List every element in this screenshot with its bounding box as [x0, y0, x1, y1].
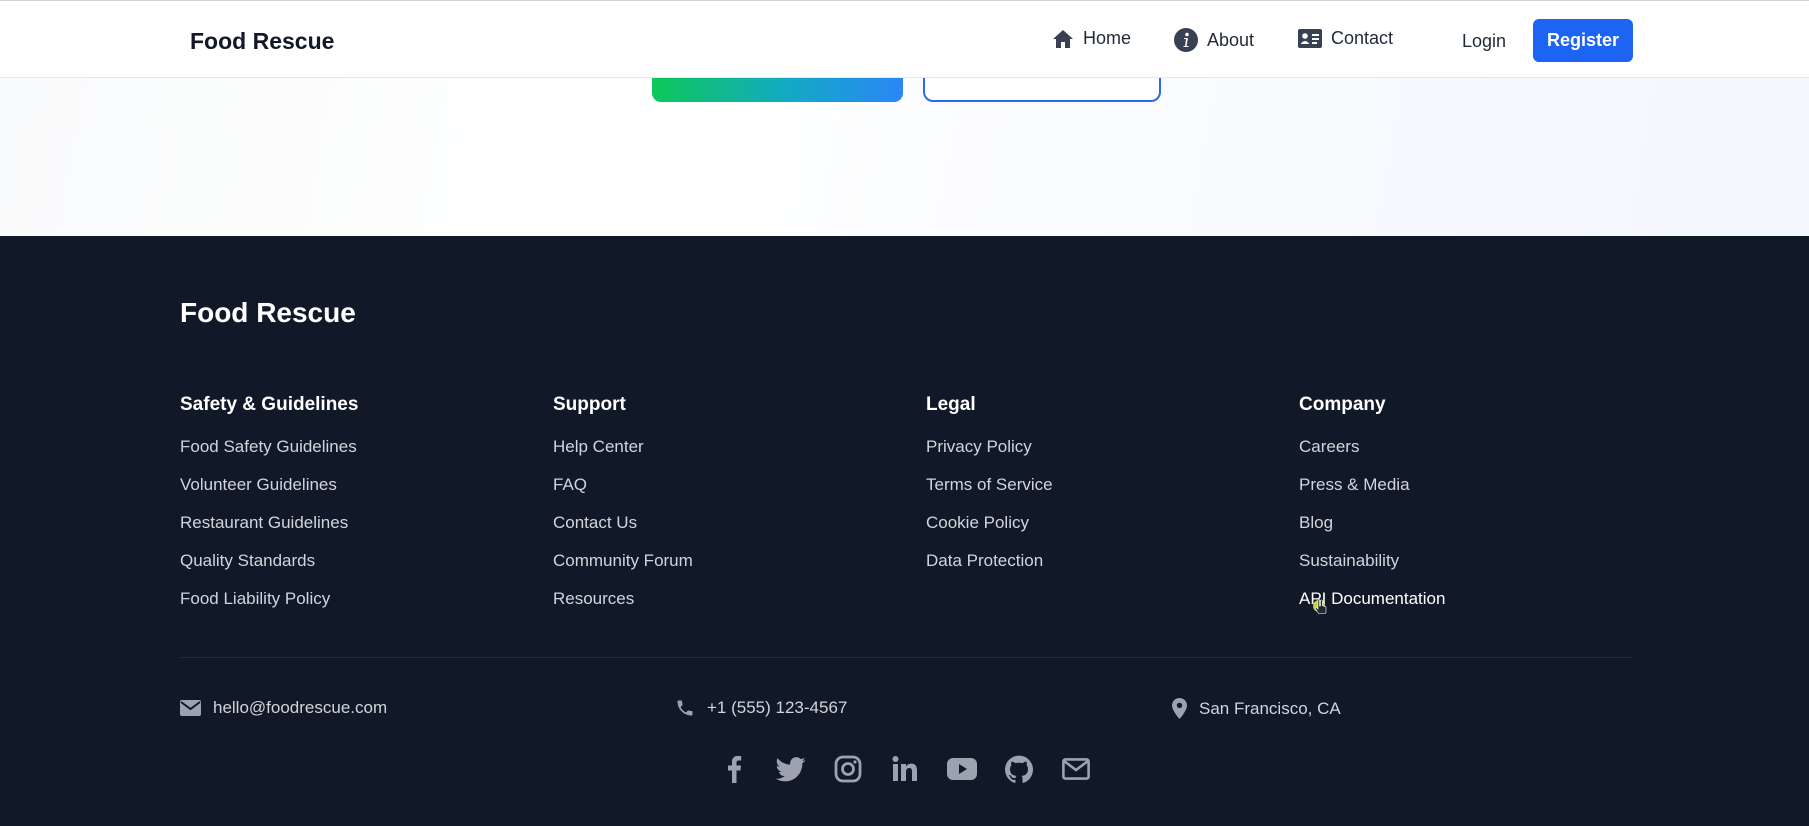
footer-brand: Food Rescue [180, 297, 356, 328]
instagram-icon[interactable] [833, 754, 863, 784]
footer-link[interactable]: Terms of Service [926, 475, 1266, 513]
footer-link[interactable]: Food Liability Policy [180, 589, 520, 627]
nav-contact-label: Contact [1331, 28, 1394, 48]
footer-link[interactable]: Blog [1299, 513, 1639, 551]
linkedin-icon[interactable] [890, 754, 920, 784]
footer-link[interactable]: Resources [553, 589, 893, 627]
footer-link[interactable]: Sustainability [1299, 551, 1639, 589]
footer-column-company: Company Careers Press & Media Blog Susta… [1299, 394, 1639, 627]
contact-email[interactable]: hello@foodrescue.com [180, 698, 387, 718]
footer-divider [180, 657, 1633, 658]
footer-link[interactable]: Cookie Policy [926, 513, 1266, 551]
register-button[interactable]: Register [1533, 19, 1633, 62]
footer-link[interactable]: Volunteer Guidelines [180, 475, 520, 513]
footer-link[interactable]: Food Safety Guidelines [180, 437, 520, 475]
nav-about[interactable]: About [1174, 28, 1254, 52]
footer-column-title: Safety & Guidelines [180, 394, 359, 415]
nav-contact[interactable]: Contact [1298, 28, 1393, 49]
home-icon [1053, 29, 1073, 48]
footer-column-title: Legal [926, 394, 976, 415]
footer-link[interactable]: Community Forum [553, 551, 893, 589]
contact-phone[interactable]: +1 (555) 123-4567 [675, 698, 847, 718]
mail-icon[interactable] [1061, 754, 1091, 784]
footer-link-hovered[interactable]: API Documentation [1299, 589, 1639, 627]
footer-link[interactable]: Press & Media [1299, 475, 1639, 513]
footer-link[interactable]: Privacy Policy [926, 437, 1266, 475]
map-pin-icon [1172, 698, 1187, 719]
envelope-icon [180, 700, 201, 716]
contact-email-text: hello@foodrescue.com [213, 698, 388, 717]
nav-home[interactable]: Home [1052, 28, 1131, 49]
contact-card-icon [1298, 29, 1322, 48]
footer-column-support: Support Help Center FAQ Contact Us Commu… [553, 394, 893, 627]
footer-link[interactable]: Contact Us [553, 513, 893, 551]
nav-about-label: About [1207, 29, 1255, 50]
footer-column-title: Company [1299, 394, 1386, 415]
footer-column-safety: Safety & Guidelines Food Safety Guidelin… [180, 394, 520, 627]
hero-secondary-button[interactable] [923, 78, 1161, 102]
nav-home-label: Home [1083, 28, 1132, 48]
contact-phone-text: +1 (555) 123-4567 [707, 698, 848, 717]
hero-primary-button[interactable] [652, 78, 903, 102]
footer-link[interactable]: Help Center [553, 437, 893, 475]
footer-link[interactable]: FAQ [553, 475, 893, 513]
facebook-icon[interactable] [719, 754, 749, 784]
footer-column-legal: Legal Privacy Policy Terms of Service Co… [926, 394, 1266, 589]
contact-location-text: San Francisco, CA [1199, 698, 1341, 718]
social-links [719, 754, 1091, 784]
footer-link[interactable]: Careers [1299, 437, 1639, 475]
footer-link[interactable]: Quality Standards [180, 551, 520, 589]
footer: Food Rescue Safety & Guidelines Food Saf… [0, 236, 1809, 826]
hand-cursor-icon [1313, 598, 1329, 623]
brand-logo[interactable]: Food Rescue [190, 28, 334, 55]
phone-icon [677, 700, 693, 716]
twitter-icon[interactable] [776, 754, 806, 784]
github-icon[interactable] [1004, 754, 1034, 784]
login-link[interactable]: Login [1462, 31, 1506, 52]
contact-location[interactable]: San Francisco, CA [1172, 698, 1341, 719]
youtube-icon[interactable] [947, 754, 977, 784]
footer-link[interactable]: Data Protection [926, 551, 1266, 589]
hero-section [0, 78, 1809, 236]
top-navbar: Food Rescue Home About Contact Login Reg… [0, 0, 1809, 78]
info-icon [1174, 28, 1198, 52]
footer-column-title: Support [553, 394, 626, 415]
footer-link[interactable]: Restaurant Guidelines [180, 513, 520, 551]
